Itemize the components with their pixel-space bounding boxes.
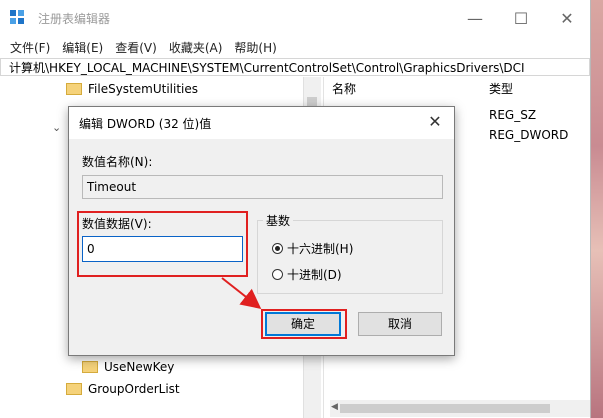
- annotation-arrow: [221, 277, 262, 309]
